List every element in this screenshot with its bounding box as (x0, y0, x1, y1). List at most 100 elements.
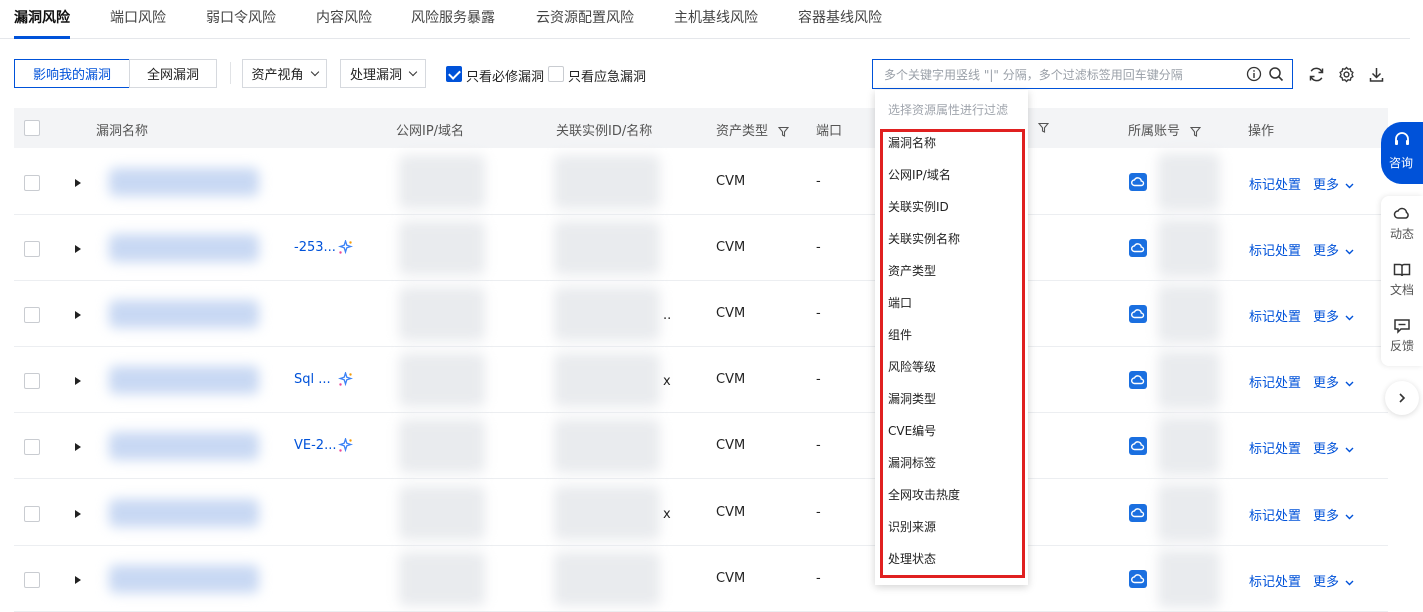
tab-host-baseline-risk[interactable]: 主机基线风险 (674, 7, 758, 27)
filter-icon[interactable] (778, 126, 790, 137)
filter-icon[interactable] (1032, 120, 1049, 135)
more-dropdown[interactable]: 更多 (1313, 240, 1354, 259)
expand-row-icon[interactable] (75, 576, 81, 584)
chevron-down-icon (1345, 315, 1354, 320)
affect-me-button[interactable]: 影响我的漏洞 (14, 59, 130, 88)
consult-label: 咨询 (1389, 156, 1414, 170)
redacted-vuln-name (109, 366, 259, 394)
emergency-checkbox[interactable] (548, 66, 564, 82)
headset-icon (1395, 132, 1409, 145)
chevron-down-icon (1345, 447, 1354, 452)
port: - (816, 306, 821, 321)
search-input[interactable]: 多个关键字用竖线 "|" 分隔，多个过滤标签用回车键分隔 (872, 59, 1293, 89)
more-dropdown[interactable]: 更多 (1313, 438, 1354, 457)
feedback-icon (1394, 319, 1410, 334)
redacted-account (1158, 285, 1220, 343)
tab-vuln-risk[interactable]: 漏洞风险 (14, 7, 70, 27)
dynamic-button[interactable]: 动态 (1381, 206, 1423, 242)
redacted-ip (399, 221, 485, 275)
ai-sparkle-icon (338, 240, 353, 255)
row-checkbox[interactable] (24, 506, 40, 522)
ai-sparkle-icon (338, 372, 353, 387)
asset-view-label: 资产视角 (251, 68, 304, 83)
redacted-account (1158, 153, 1220, 211)
tab-container-baseline-risk[interactable]: 容器基线风险 (798, 7, 882, 27)
more-dropdown[interactable]: 更多 (1313, 505, 1354, 524)
expand-row-icon[interactable] (75, 510, 81, 518)
chevron-down-icon (1345, 249, 1354, 254)
mark-handled-link[interactable]: 标记处置 (1249, 174, 1301, 193)
redacted-account (1158, 484, 1220, 542)
filter-icon[interactable] (1190, 126, 1202, 137)
redacted-ip (399, 552, 485, 606)
mark-handled-link[interactable]: 标记处置 (1249, 240, 1301, 259)
col-account[interactable]: 所属账号 (1128, 120, 1202, 139)
asset-type: CVM (716, 438, 746, 453)
redacted-ip (399, 353, 485, 407)
docs-button[interactable]: 文档 (1381, 262, 1423, 298)
select-all-checkbox[interactable] (24, 120, 40, 136)
more-dropdown[interactable]: 更多 (1313, 571, 1354, 590)
redacted-vuln-name (109, 168, 259, 196)
consult-button[interactable]: 咨询 (1381, 122, 1423, 184)
asset-type: CVM (716, 240, 746, 255)
expand-row-icon[interactable] (75, 179, 81, 187)
mark-handled-link[interactable]: 标记处置 (1249, 571, 1301, 590)
tab-port-risk[interactable]: 端口风险 (110, 7, 166, 27)
more-label: 更多 (1313, 575, 1340, 590)
tab-content-risk[interactable]: 内容风险 (316, 7, 372, 27)
port: - (816, 372, 821, 387)
docs-label: 文档 (1389, 283, 1414, 297)
more-dropdown[interactable]: 更多 (1313, 174, 1354, 193)
col-instance: 关联实例ID/名称 (556, 124, 653, 139)
settings-gear-icon[interactable] (1336, 64, 1356, 84)
asset-type: CVM (716, 571, 746, 586)
search-icon[interactable] (1268, 66, 1284, 82)
more-dropdown[interactable]: 更多 (1313, 306, 1354, 325)
mark-handled-link[interactable]: 标记处置 (1249, 372, 1301, 391)
chevron-down-icon (310, 67, 319, 76)
tab-cloud-config-risk[interactable]: 云资源配置风险 (536, 7, 634, 27)
refresh-icon[interactable] (1306, 64, 1326, 84)
cloud-account-icon (1129, 239, 1147, 257)
table-row: CVM - 标记处置 更多 (14, 149, 1388, 215)
vuln-name-link[interactable]: VE-2... (294, 438, 336, 453)
ai-sparkle-icon (338, 438, 353, 453)
table-row: Sql ... x CVM - 标记处置 更多 (14, 347, 1388, 413)
row-checkbox[interactable] (24, 572, 40, 588)
must-fix-label: 只看必修漏洞 (466, 70, 545, 85)
expand-row-icon[interactable] (75, 377, 81, 385)
all-vuln-button[interactable]: 全网漏洞 (129, 59, 217, 88)
more-dropdown[interactable]: 更多 (1313, 372, 1354, 391)
vuln-name-link[interactable]: Sql ... (294, 372, 331, 387)
mark-handled-link[interactable]: 标记处置 (1249, 505, 1301, 524)
expand-row-icon[interactable] (75, 443, 81, 451)
tab-service-exposure[interactable]: 风险服务暴露 (411, 7, 495, 27)
dropdown-hint: 选择资源属性进行过滤 (888, 103, 1009, 117)
redacted-instance (554, 552, 660, 606)
must-fix-checkbox[interactable] (446, 66, 462, 82)
handle-vuln-select[interactable]: 处理漏洞 (340, 59, 426, 88)
col-asset-type[interactable]: 资产类型 (716, 120, 790, 139)
more-label: 更多 (1313, 442, 1340, 457)
feedback-button[interactable]: 反馈 (1381, 318, 1423, 354)
expand-row-icon[interactable] (75, 311, 81, 319)
expand-row-icon[interactable] (75, 245, 81, 253)
redacted-vuln-name (109, 234, 259, 262)
info-icon[interactable] (1246, 66, 1262, 82)
mark-handled-link[interactable]: 标记处置 (1249, 306, 1301, 325)
vuln-name-link[interactable]: -253... (294, 240, 336, 255)
table-row: VE-2... CVM - 标记处置 更多 (14, 413, 1388, 479)
row-checkbox[interactable] (24, 241, 40, 257)
row-checkbox[interactable] (24, 175, 40, 191)
mark-handled-link[interactable]: 标记处置 (1249, 438, 1301, 457)
download-icon[interactable] (1366, 64, 1386, 84)
search-placeholder: 多个关键字用竖线 "|" 分隔，多个过滤标签用回车键分隔 (884, 67, 1183, 82)
asset-view-select[interactable]: 资产视角 (242, 59, 327, 88)
col-actions: 操作 (1248, 124, 1275, 139)
collapse-rail-button[interactable] (1385, 381, 1419, 415)
tab-weak-password-risk[interactable]: 弱口令风险 (206, 7, 276, 27)
row-checkbox[interactable] (24, 439, 40, 455)
row-checkbox[interactable] (24, 307, 40, 323)
row-checkbox[interactable] (24, 373, 40, 389)
